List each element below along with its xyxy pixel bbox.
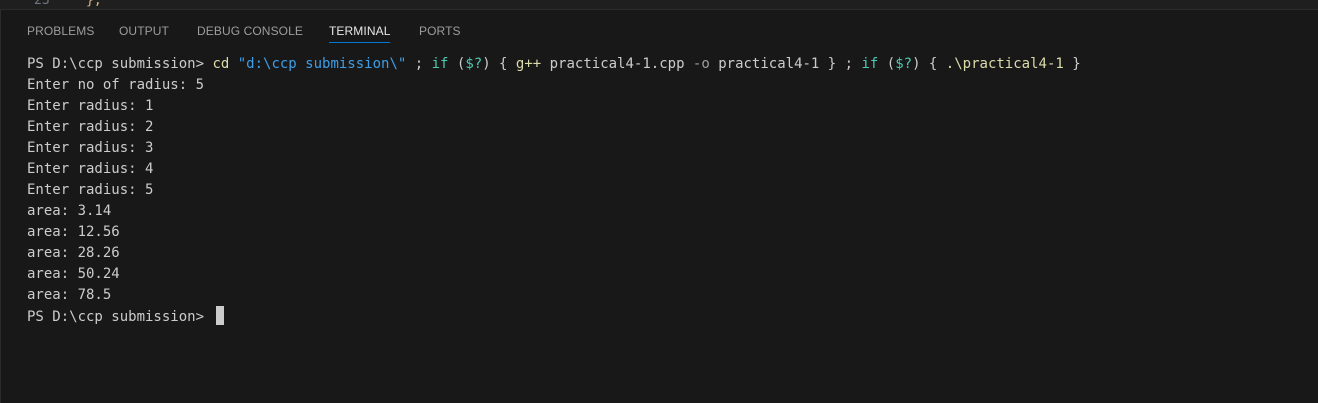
output-line: area: 3.14 [27, 203, 112, 219]
output-line: Enter radius: 5 [27, 182, 154, 198]
cmd-cond1-end: ) { [482, 56, 516, 72]
panel-border [0, 10, 1, 403]
editor-peek: 23 }; [0, 0, 1318, 10]
cmd-flag: -o [692, 56, 710, 72]
cmd-close: } [1063, 56, 1081, 72]
cmd-cd: cd [212, 56, 230, 72]
cmd-var2: $? [895, 56, 913, 72]
tab-terminal[interactable]: TERMINAL [329, 24, 390, 38]
code-line: }; [86, 0, 102, 8]
prompt: PS D:\ccp submission> [27, 56, 213, 72]
output-line: Enter no of radius: 5 [27, 77, 205, 93]
final-prompt: PS D:\ccp submission> [27, 309, 213, 325]
cmd-cond1: ( [448, 56, 466, 72]
prompt-line[interactable]: PS D:\ccp submission> [27, 306, 1298, 327]
cmd-src: practical4-1.cpp [541, 56, 693, 72]
output-line: Enter radius: 3 [27, 140, 154, 156]
terminal-output[interactable]: PS D:\ccp submission> cd "d:\ccp submiss… [27, 54, 1298, 327]
cmd-var1: $? [465, 56, 483, 72]
output-line: area: 50.24 [27, 266, 120, 282]
tab-debug-console[interactable]: DEBUG CONSOLE [197, 24, 303, 38]
line-number: 23 [34, 0, 50, 8]
cmd-gpp: g++ [515, 56, 542, 72]
tab-problems[interactable]: PROBLEMS [27, 24, 95, 38]
output-line: Enter radius: 1 [27, 98, 154, 114]
output-line: area: 12.56 [27, 224, 120, 240]
cmd-sep: ; [406, 56, 432, 72]
active-tab-indicator [329, 42, 390, 43]
tab-ports[interactable]: PORTS [419, 24, 461, 38]
panel-tabs: PROBLEMS OUTPUT DEBUG CONSOLE TERMINAL P… [0, 10, 1318, 44]
command-line: PS D:\ccp submission> cd "d:\ccp submiss… [27, 54, 1298, 75]
output-line: Enter radius: 2 [27, 119, 154, 135]
cmd-out: practical4-1 } ; [709, 56, 862, 72]
output-line: area: 28.26 [27, 245, 120, 261]
output-line: Enter radius: 4 [27, 161, 154, 177]
terminal-cursor [216, 306, 225, 325]
cmd-cond2-end: ) { [912, 56, 946, 72]
cmd-run: .\practical4-1 [945, 56, 1064, 72]
cmd-if2: if [861, 56, 879, 72]
cmd-cond2: ( [878, 56, 896, 72]
cmd-if1: if [431, 56, 449, 72]
tab-output[interactable]: OUTPUT [119, 24, 169, 38]
output-line: area: 78.5 [27, 287, 112, 303]
cmd-path: "d:\ccp submission\" [237, 56, 407, 72]
